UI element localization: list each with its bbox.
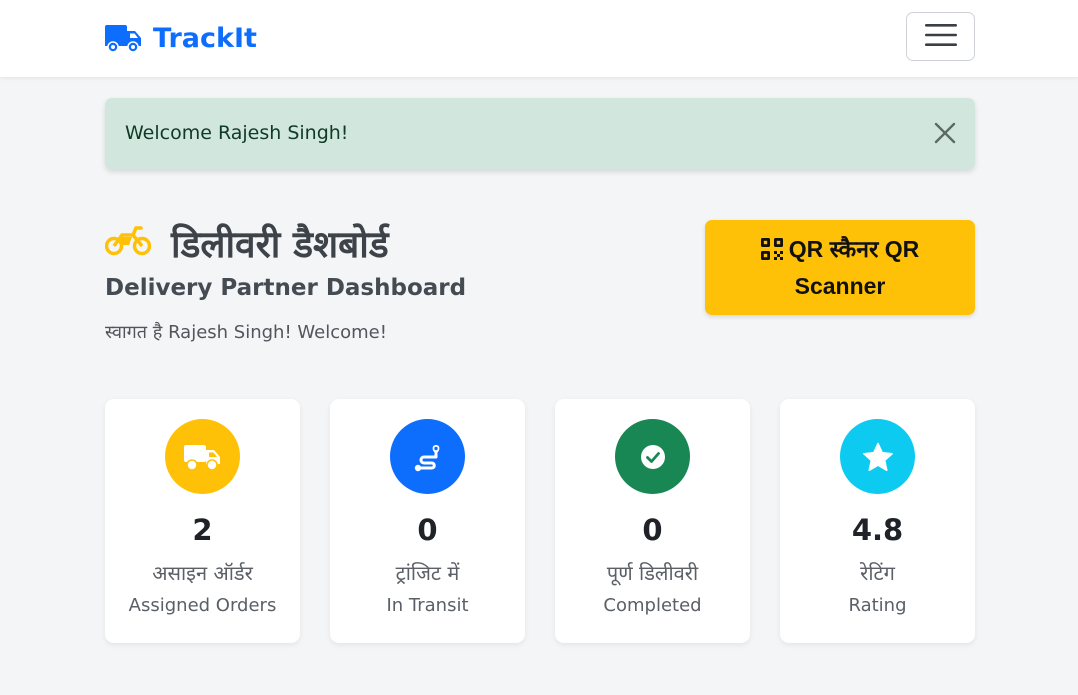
qr-scanner-button[interactable]: QR स्कैनर QR Scanner — [705, 220, 975, 315]
qr-scanner-label: QR स्कैनर QR Scanner — [788, 235, 920, 299]
stat-value: 2 — [192, 513, 213, 547]
qrcode-icon — [760, 237, 783, 260]
stat-value: 4.8 — [851, 513, 904, 547]
stat-label-hindi: पूर्ण डिलीवरी — [606, 561, 699, 585]
stat-label: Completed — [603, 595, 702, 616]
stat-label-hindi: ट्रांजिट में — [395, 561, 460, 585]
stat-card-assigned: 2 असाइन ऑर्डर Assigned Orders — [105, 399, 300, 643]
page-subtitle: Delivery Partner Dashboard — [105, 275, 467, 301]
stat-label: Assigned Orders — [128, 595, 277, 616]
truck-icon — [105, 23, 143, 53]
stat-label: In Transit — [386, 595, 469, 616]
stat-label-hindi: रेटिंग — [860, 561, 895, 585]
stat-label: Rating — [848, 595, 907, 616]
check-circle-icon — [615, 419, 690, 494]
stat-card-completed: 0 पूर्ण डिलीवरी Completed — [555, 399, 750, 643]
welcome-alert: Welcome Rajesh Singh! — [105, 98, 975, 169]
hamburger-menu-icon — [924, 23, 957, 50]
star-icon — [840, 419, 915, 494]
stat-card-in-transit: 0 ट्रांजिट में In Transit — [330, 399, 525, 643]
welcome-text: स्वागत है Rajesh Singh! Welcome! — [105, 322, 387, 343]
stat-value: 0 — [642, 513, 663, 547]
page-title-row: डिलीवरी डैशबोर्ड — [104, 214, 389, 270]
navbar-toggler-button[interactable] — [906, 12, 975, 61]
alert-message: Welcome Rajesh Singh! — [125, 122, 349, 144]
close-icon[interactable] — [933, 121, 957, 145]
stat-card-rating: 4.8 रेटिंग Rating — [780, 399, 975, 643]
stat-value: 0 — [417, 513, 438, 547]
qr-scanner-content: QR स्कैनर QR Scanner — [725, 231, 955, 305]
brand-link[interactable]: TrackIt — [105, 18, 257, 58]
brand-name: TrackIt — [153, 22, 257, 54]
navbar: TrackIt — [0, 0, 1078, 77]
motorcycle-icon — [104, 224, 152, 260]
truck-icon — [165, 419, 240, 494]
page-title: डिलीवरी डैशबोर्ड — [171, 222, 389, 266]
stat-label-hindi: असाइन ऑर्डर — [152, 561, 253, 585]
route-icon — [390, 419, 465, 494]
